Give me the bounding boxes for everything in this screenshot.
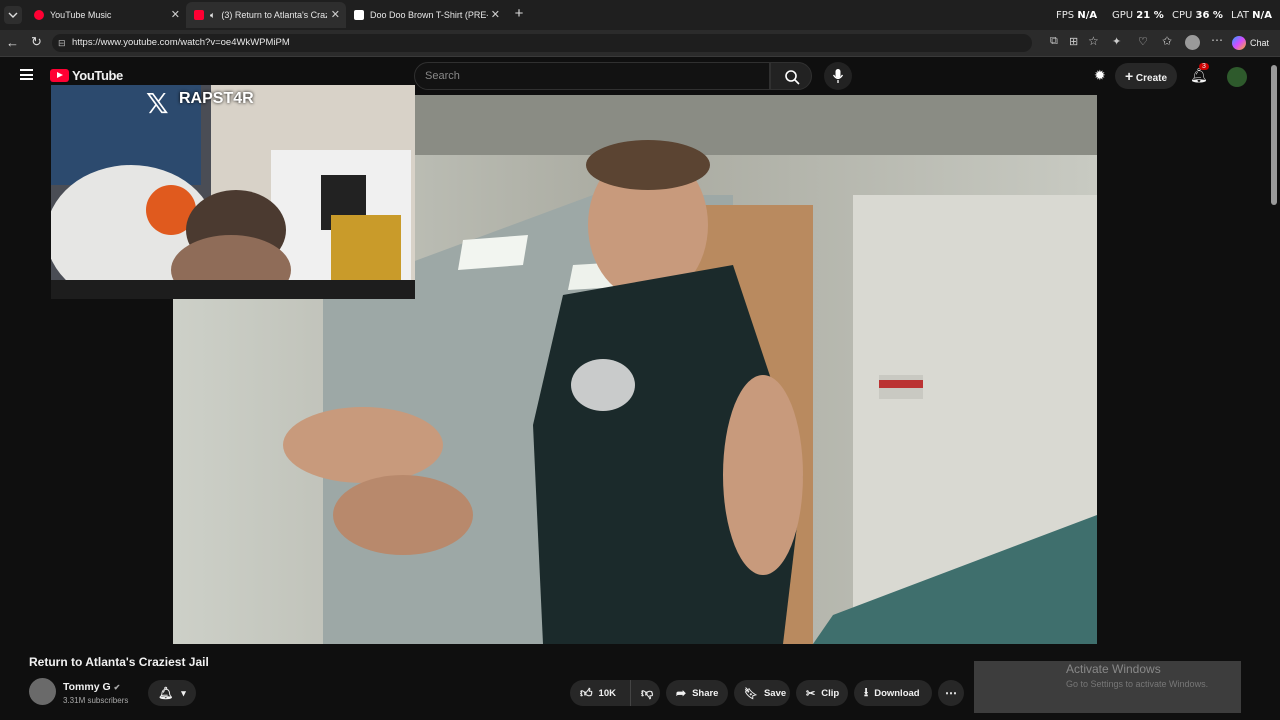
notification-badge: 3: [1199, 63, 1209, 70]
gpu-readout: GPU 21 %: [1112, 10, 1164, 21]
close-tab-icon[interactable]: ✕: [491, 8, 500, 21]
address-input[interactable]: ⊟ https://www.youtube.com/watch?v=oe4WkW…: [52, 34, 1032, 52]
close-tab-icon[interactable]: ✕: [171, 8, 180, 21]
browser-essentials-icon[interactable]: ♡: [1138, 35, 1148, 48]
cpu-readout: CPU 36 %: [1172, 10, 1223, 21]
youtube-logo[interactable]: YouTube: [50, 68, 123, 83]
create-button[interactable]: + Create: [1115, 63, 1177, 89]
url-text: https://www.youtube.com/watch?v=oe4WkWPM…: [72, 37, 290, 48]
tab-youtube-music[interactable]: YouTube Music ✕: [26, 2, 186, 28]
tab-youtube-video[interactable]: 🔈︎ (3) Return to Atlanta's Crazie… ✕: [186, 2, 346, 28]
share-arrow-icon: ➦: [676, 686, 687, 700]
extension-gear-icon[interactable]: ✹: [1094, 67, 1106, 84]
youtube-icon: [194, 10, 204, 20]
streamer-handle: RAPST4R: [179, 90, 254, 107]
page-scrollbar[interactable]: [1268, 57, 1280, 720]
new-tab-button[interactable]: +: [510, 6, 528, 24]
webcam-frame: [51, 85, 415, 299]
tab-title: Doo Doo Brown T-Shirt (PRE-ORD…: [370, 10, 488, 20]
subscription-bell-button[interactable]: 🔔︎ ▾: [148, 680, 196, 706]
apps-icon[interactable]: ⊞: [1069, 35, 1078, 48]
webcam-overlay: 𝕏 RAPST4R: [51, 85, 415, 299]
dislike-button[interactable]: 👎︎: [630, 680, 660, 706]
more-horizontal-icon: ⋯: [945, 686, 957, 700]
voice-search-button[interactable]: [824, 62, 852, 90]
video-title: Return to Atlanta's Craziest Jail: [29, 655, 209, 669]
channel-avatar[interactable]: [29, 678, 56, 705]
tab-list-dropdown[interactable]: [4, 6, 22, 24]
more-actions-button[interactable]: ⋯: [938, 680, 964, 706]
account-avatar[interactable]: [1227, 67, 1247, 87]
browser-tab-bar: YouTube Music ✕ 🔈︎ (3) Return to Atlanta…: [0, 0, 1280, 30]
shop-icon: [354, 10, 364, 20]
search-button[interactable]: [770, 62, 812, 90]
scissors-icon: ✂: [806, 687, 816, 700]
bell-icon: 🔔︎: [158, 686, 174, 700]
fps-readout: FPS N/A: [1056, 10, 1098, 21]
scrollbar-thumb[interactable]: [1271, 65, 1277, 205]
tab-title: (3) Return to Atlanta's Crazie…: [221, 10, 327, 20]
verified-badge-icon: ✔︎: [113, 683, 121, 692]
hamburger-menu-icon[interactable]: [20, 69, 33, 80]
site-info-icon[interactable]: ⊟: [58, 34, 66, 52]
search-icon: [785, 70, 800, 85]
tab-tshirt[interactable]: Doo Doo Brown T-Shirt (PRE-ORD… ✕: [346, 2, 506, 28]
extensions-icon[interactable]: ✦: [1112, 35, 1121, 48]
bookmark-icon: 🔖︎: [744, 687, 758, 700]
like-button[interactable]: 👍︎ 10K: [570, 680, 630, 706]
address-toolbar: ← ↻ ⊟ https://www.youtube.com/watch?v=oe…: [0, 30, 1280, 57]
windows-activation-watermark: Activate Windows Go to Settings to activ…: [974, 661, 1241, 713]
activate-subtitle: Go to Settings to activate Windows.: [1066, 679, 1209, 689]
translate-icon[interactable]: ⧉: [1050, 35, 1058, 48]
download-icon: ⭳: [864, 684, 869, 699]
search-input[interactable]: Search: [414, 62, 770, 90]
download-button[interactable]: ⭳ Download: [854, 680, 932, 706]
copilot-chat-button[interactable]: Chat: [1232, 34, 1269, 52]
like-count: 10K: [598, 687, 616, 699]
x-logo-icon: 𝕏: [146, 87, 169, 120]
subscriber-count: 3.31M subscribers: [63, 696, 129, 705]
more-menu-icon[interactable]: ⋯: [1211, 33, 1223, 47]
thumbs-up-icon: 👍︎: [580, 685, 593, 700]
back-icon[interactable]: ←: [6, 35, 19, 50]
chevron-down-icon: [8, 12, 18, 18]
speaker-icon[interactable]: 🔈︎: [210, 10, 215, 21]
activate-title: Activate Windows: [1066, 662, 1161, 676]
plus-icon: +: [1124, 68, 1134, 84]
notifications-button[interactable]: 🔔︎ 3: [1190, 63, 1209, 85]
share-button[interactable]: ➦ Share: [666, 680, 728, 706]
youtube-music-icon: [34, 10, 44, 20]
clip-button[interactable]: ✂ Clip: [796, 680, 848, 706]
chevron-down-icon: ▾: [181, 687, 186, 698]
channel-name[interactable]: Tommy G ✔︎: [63, 681, 120, 693]
favorites-icon[interactable]: ✩: [1162, 34, 1172, 48]
save-button[interactable]: 🔖︎ Save: [734, 680, 790, 706]
favorite-star-icon[interactable]: ☆: [1088, 34, 1099, 48]
thumbs-down-icon: 👎︎: [641, 685, 654, 700]
tab-title: YouTube Music: [50, 10, 112, 20]
close-tab-icon[interactable]: ✕: [331, 8, 340, 21]
microphone-icon: [832, 69, 844, 83]
lat-readout: LAT N/A: [1231, 10, 1272, 21]
youtube-play-icon: [50, 69, 69, 82]
reload-icon[interactable]: ↻: [31, 34, 42, 50]
profile-avatar[interactable]: [1185, 35, 1200, 50]
copilot-icon: [1232, 36, 1246, 50]
